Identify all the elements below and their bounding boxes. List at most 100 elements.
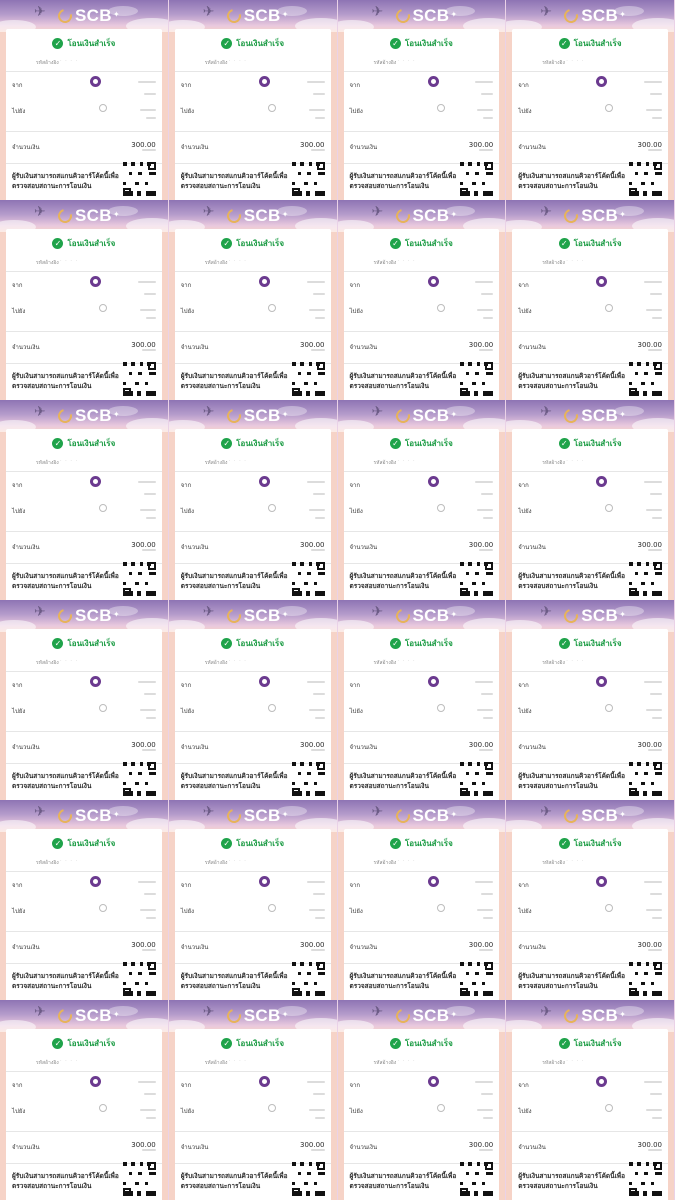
to-label: ไปยัง [518, 308, 532, 315]
bank-logo: SCB [224, 206, 281, 226]
scb-logo-icon [392, 806, 413, 826]
verify-note: ผู้รับเงินสามารถสแกนคิวอาร์โค้ดนี้เพื่อ … [350, 571, 468, 591]
status-text: โอนเงินสำเร็จ [404, 839, 453, 848]
masked-receiver-name [308, 309, 325, 311]
amount-label: จำนวนเงิน [12, 944, 40, 951]
status-text: โอนเงินสำเร็จ [67, 39, 116, 48]
amount-value: 300.00 [300, 141, 325, 149]
transfer-slip: ✈ SCB ✦ ✓ โอนเงินสำเร็จ รหัสอ้างอิง · · … [0, 400, 169, 600]
transfer-slip: ✈ SCB ✦ ✓ โอนเงินสำเร็จ รหัสอ้างอิง · · … [0, 1000, 169, 1200]
receiver-icon [436, 104, 445, 112]
status-row: ✓ โอนเงินสำเร็จ [175, 1037, 331, 1050]
slip-banner: ✈ SCB ✦ [337, 400, 506, 432]
qr-code-icon[interactable] [629, 162, 662, 196]
qr-code-icon[interactable] [460, 162, 494, 196]
verify-line-2: ตรวจสอบสถานะการโอนเงิน [518, 1182, 598, 1190]
bank-name: SCB [243, 606, 281, 625]
qr-code-icon[interactable] [122, 1162, 156, 1196]
bird-icon: ✈ [540, 604, 552, 620]
from-label: จาก [12, 82, 23, 89]
receiver-icon [99, 904, 107, 912]
divider [6, 871, 162, 872]
bank-logo: SCB [392, 1006, 450, 1026]
reference-masked: · · · · [228, 258, 247, 264]
masked-receiver-name [646, 509, 662, 511]
scb-logo-icon [224, 6, 244, 26]
verify-line-2: ตรวจสอบสถานะการโอนเงิน [12, 982, 92, 990]
masked-sender-account [143, 493, 156, 495]
qr-code-icon[interactable] [291, 962, 325, 996]
sender-bank-icon [596, 876, 608, 887]
receiver-icon [436, 904, 445, 912]
qr-code-icon[interactable] [291, 162, 325, 196]
masked-sender-name [475, 1081, 494, 1083]
divider [174, 271, 331, 272]
masked-receiver-name [308, 909, 325, 911]
bank-name: SCB [243, 6, 281, 25]
bank-logo: SCB [224, 606, 281, 626]
qr-code-icon[interactable] [291, 362, 325, 396]
verify-note: ผู้รับเงินสามารถสแกนคิวอาร์โค้ดนี้เพื่อ … [181, 171, 299, 191]
status-row: ✓ โอนเงินสำเร็จ [175, 237, 331, 250]
amount-label: จำนวนเงิน [12, 744, 40, 751]
masked-sender-name [644, 81, 662, 83]
bank-name: SCB [75, 206, 112, 225]
verify-line-1: ผู้รับเงินสามารถสแกนคิวอาร์โค้ดนี้เพื่อ [349, 772, 457, 780]
verify-line-1: ผู้รับเงินสามารถสแกนคิวอาร์โค้ดนี้เพื่อ [349, 372, 457, 380]
qr-code-icon[interactable] [122, 162, 156, 196]
divider [512, 131, 668, 132]
status-text: โอนเงินสำเร็จ [573, 239, 622, 248]
qr-code-icon[interactable] [629, 762, 662, 796]
divider [6, 131, 162, 132]
qr-code-icon[interactable] [460, 362, 494, 396]
slip-card: ✓ โอนเงินสำเร็จ รหัสอ้างอิง · · · · จาก … [6, 1029, 162, 1200]
check-circle-icon: ✓ [558, 1038, 570, 1049]
sparkle-icon: ✦ [450, 410, 458, 419]
slip-banner: ✈ SCB ✦ [337, 0, 506, 32]
masked-sender-name [137, 681, 156, 683]
to-label: ไปยัง [518, 908, 532, 915]
qr-code-icon[interactable] [122, 362, 156, 396]
reference-label: รหัสอ้างอิง [36, 660, 59, 666]
qr-code-icon[interactable] [460, 1162, 494, 1196]
qr-code-icon[interactable] [291, 762, 325, 796]
qr-code-icon[interactable] [122, 762, 156, 796]
qr-code-icon[interactable] [291, 562, 325, 596]
receiver-icon [267, 904, 276, 912]
amount-label: จำนวนเงิน [518, 344, 546, 351]
amount-value: 300.00 [300, 741, 325, 749]
status-text: โอนเงินสำเร็จ [404, 239, 453, 248]
amount-value: 300.00 [131, 341, 156, 349]
qr-code-icon[interactable] [460, 562, 494, 596]
qr-code-icon[interactable] [122, 562, 156, 596]
bank-logo: SCB [55, 606, 112, 626]
from-label: จาก [518, 882, 529, 889]
qr-code-icon[interactable] [629, 962, 662, 996]
transfer-slip: ✈ SCB ✦ ✓ โอนเงินสำเร็จ รหัสอ้างอิง · · … [0, 200, 169, 400]
masked-receiver-name [477, 709, 494, 711]
receiver-icon [605, 304, 614, 312]
receiver-icon [436, 1104, 445, 1112]
masked-receiver-account [314, 517, 325, 519]
qr-code-icon[interactable] [122, 962, 156, 996]
slip-card: ✓ โอนเงินสำเร็จ รหัสอ้างอิง · · · · จาก … [512, 29, 668, 200]
slip-banner: ✈ SCB ✦ [337, 800, 506, 832]
status-text: โอนเงินสำเร็จ [404, 639, 453, 648]
qr-code-icon[interactable] [291, 1162, 325, 1196]
slip-banner: ✈ SCB ✦ [506, 800, 674, 832]
qr-code-icon[interactable] [629, 1162, 662, 1196]
qr-code-icon[interactable] [460, 962, 494, 996]
qr-code-icon[interactable] [460, 762, 494, 796]
verify-line-1: ผู้รับเงินสามารถสแกนคิวอาร์โค้ดนี้เพื่อ [180, 572, 288, 580]
divider [6, 531, 162, 532]
verify-line-1: ผู้รับเงินสามารถสแกนคิวอาร์โค้ดนี้เพื่อ [180, 772, 288, 780]
masked-fee [310, 949, 325, 951]
masked-receiver-account [483, 517, 494, 519]
verify-line-2: ตรวจสอบสถานะการโอนเงิน [349, 782, 429, 790]
qr-code-icon[interactable] [629, 562, 662, 596]
qr-code-icon[interactable] [629, 362, 662, 396]
bank-name: SCB [412, 606, 450, 625]
slip-banner: ✈ SCB ✦ [0, 600, 168, 632]
bank-name: SCB [75, 406, 112, 425]
verify-note: ผู้รับเงินสามารถสแกนคิวอาร์โค้ดนี้เพื่อ … [12, 371, 130, 391]
